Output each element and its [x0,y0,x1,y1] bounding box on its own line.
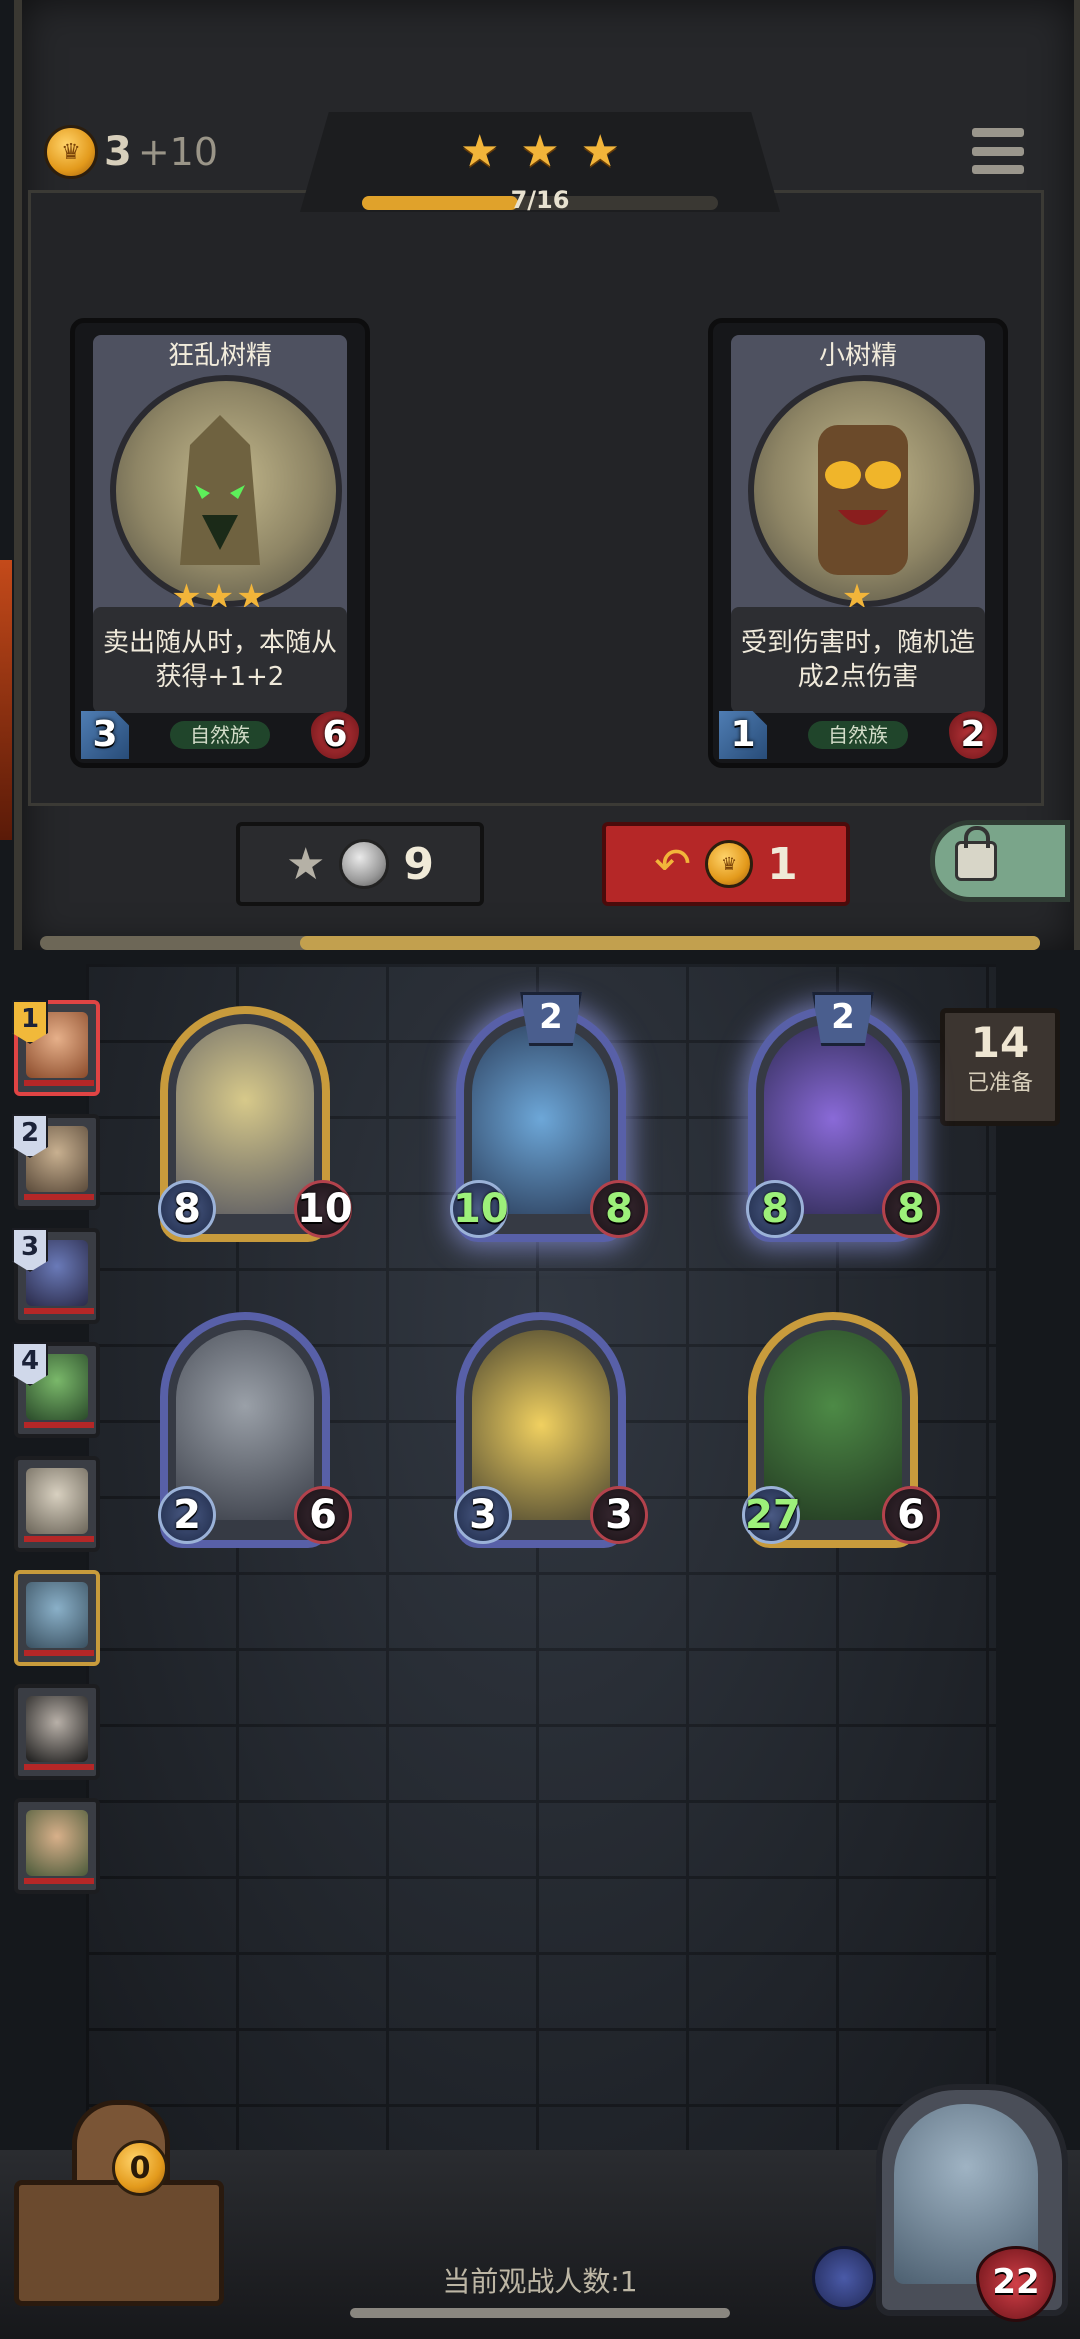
ready-count: 14 [970,1018,1030,1067]
minion-health: 6 [882,1486,940,1544]
player-slot[interactable] [14,1684,100,1780]
player-slot[interactable]: 2 [12,1114,100,1210]
refresh-icon: ↶ [654,838,692,890]
minion-star[interactable]: 3 3 [454,1312,648,1548]
spectator-count: 当前观战人数:1 [442,2265,638,2298]
player-slot[interactable]: 4 [12,1342,100,1438]
minion-treant[interactable]: 27 6 [742,1312,940,1548]
gold-value: 3 [104,129,132,175]
minion-crab[interactable]: 2 10 8 [450,992,648,1242]
minion-tier-badge: 2 [812,992,874,1046]
player-slot[interactable] [14,1798,100,1894]
card-tribe: 自然族 [808,721,908,749]
card-name: 小树精 [818,341,897,371]
gold-income: +10 [137,130,219,174]
minion-attack: 3 [454,1486,512,1544]
minion-attack: 8 [158,1180,216,1238]
shop-card-frenzied-treant[interactable]: 狂乱树精 ★★★ 卖出随从时，本随从获得+1+2 自然族 3 6 [70,318,370,768]
upgrade-cost: 9 [403,838,435,890]
tavern-tier-stars: ★ ★ ★ [460,130,620,174]
star-icon: ★ [580,126,620,177]
home-indicator[interactable] [350,2308,730,2318]
shop-card-little-treant[interactable]: 小树精 ★ 受到伤害时，随机造成2点伤害 自然族 1 2 [708,318,1008,768]
card-health: 6 [311,711,359,759]
minion-health: 10 [294,1180,353,1238]
card-attack: 1 [719,711,767,759]
cart-count: 0 [112,2140,168,2196]
lock-icon [955,826,997,881]
player-list: 1 2 3 4 [4,1000,100,1910]
gold-coin-icon: ♛ [44,125,98,179]
card-description: 受到伤害时，随机造成2点伤害 [731,607,985,713]
refresh-shop-button[interactable]: ↶ ♛ 1 [602,822,850,906]
card-portrait [748,375,980,607]
star-icon: ★ [460,126,500,177]
freeze-shop-button[interactable] [930,820,1070,902]
refresh-cost: 1 [767,838,798,890]
minion-health: 6 [294,1486,352,1544]
star-upgrade-icon: ★ [285,838,326,890]
gold-counter: ♛ 3 +10 [44,124,218,180]
minion-paladin[interactable]: 8 10 [158,1006,353,1242]
upgrade-tavern-button[interactable]: ★ 9 [236,822,484,906]
minion-attack: 27 [742,1486,801,1544]
minion-health: 8 [882,1180,940,1238]
cart-box [14,2180,224,2306]
shield-icon[interactable] [812,2246,876,2310]
card-health: 2 [949,711,997,759]
xp-text: 7/16 [510,186,570,214]
gold-coin-icon: ♛ [705,840,754,888]
player-slot[interactable]: 1 [12,1000,100,1096]
minion-mage[interactable]: 2 8 8 [746,992,940,1242]
sell-cart[interactable] [14,2100,224,2306]
card-attack: 3 [81,711,129,759]
card-tribe: 自然族 [170,721,270,749]
minion-tier-badge: 2 [520,992,582,1046]
minion-attack: 10 [450,1180,509,1238]
card-name: 狂乱树精 [167,341,272,371]
player-slot[interactable]: 3 [12,1228,100,1324]
menu-icon[interactable] [972,128,1024,174]
silver-coin-icon [339,839,390,889]
minion-health: 8 [590,1180,648,1238]
player-slot[interactable] [14,1456,100,1552]
player-slot-self[interactable] [14,1570,100,1666]
wall-torch-glow [0,560,12,840]
shop-rail-highlight [300,936,1040,950]
card-description: 卖出随从时，本随从获得+1+2 [93,607,347,713]
minion-attack: 2 [158,1486,216,1544]
star-icon: ★ [520,126,560,177]
minion-health: 3 [590,1486,648,1544]
ready-counter: 14 已准备 [940,1008,1060,1126]
card-portrait [110,375,342,607]
minion-knight[interactable]: 2 6 [158,1312,352,1548]
ready-label: 已准备 [966,1071,1033,1096]
minion-attack: 8 [746,1180,804,1238]
